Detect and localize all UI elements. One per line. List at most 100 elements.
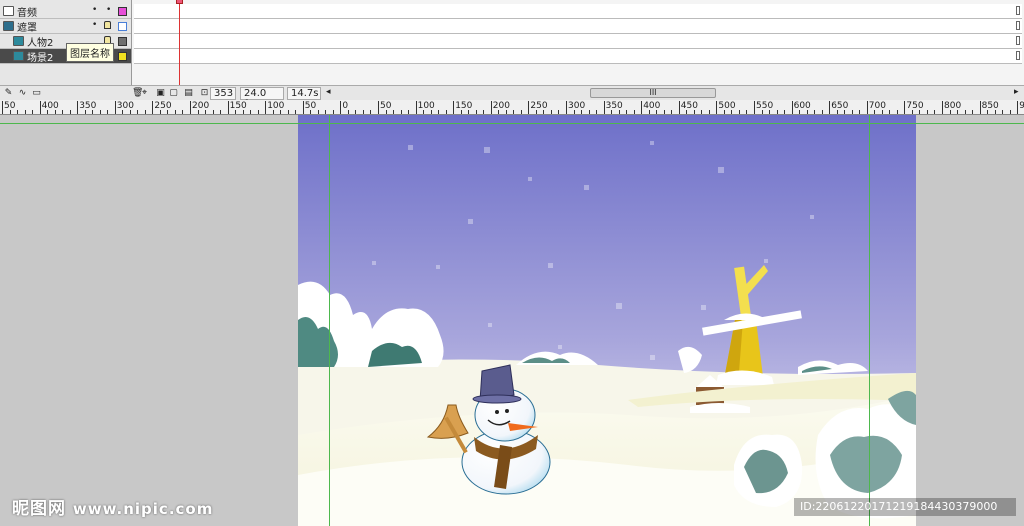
- ruler-minor-tick: [776, 110, 778, 114]
- lock-dot-icon[interactable]: •: [106, 5, 111, 15]
- ruler-major-tick: [716, 101, 718, 114]
- playhead-line[interactable]: [179, 0, 180, 85]
- ruler-minor-tick: [964, 110, 966, 114]
- ruler-minor-tick: [648, 110, 650, 114]
- ruler-minor-tick: [69, 110, 71, 114]
- ruler-label: 350: [79, 101, 97, 111]
- ruler-label: 650: [831, 101, 849, 111]
- ruler-minor-tick: [205, 110, 207, 114]
- ruler-minor-tick: [1002, 110, 1004, 114]
- edit-multiple-frames-icon[interactable]: ▤: [183, 88, 194, 98]
- lock-icon[interactable]: [104, 21, 111, 29]
- elapsed-time: 14.7s: [287, 87, 321, 100]
- frame-track[interactable]: [134, 34, 1022, 49]
- ruler-major-tick: [829, 101, 831, 114]
- ruler-major-tick: [453, 101, 455, 114]
- ruler-minor-tick: [746, 110, 748, 114]
- ruler-major-tick: [190, 101, 191, 114]
- frame-track[interactable]: [134, 49, 1022, 64]
- modify-markers-icon[interactable]: ⊡: [199, 88, 210, 98]
- layer-name: 人物2: [27, 37, 54, 49]
- ruler-minor-tick: [9, 110, 11, 114]
- ruler-minor-tick: [32, 110, 34, 114]
- new-layer-icon[interactable]: ✎: [3, 88, 14, 98]
- ruler-label: 400: [41, 101, 59, 111]
- ruler-major-tick: [265, 101, 267, 114]
- ruler-minor-tick: [242, 110, 244, 114]
- onion-outline-icon[interactable]: ▢: [168, 88, 179, 98]
- ruler-minor-tick: [626, 110, 628, 114]
- ruler-major-tick: [77, 101, 79, 114]
- center-frame-icon[interactable]: ⌖: [139, 88, 150, 98]
- ruler-minor-tick: [317, 110, 319, 114]
- ruler-minor-tick: [618, 110, 620, 114]
- ruler-minor-tick: [889, 110, 891, 114]
- visibility-dot-icon[interactable]: •: [92, 20, 97, 30]
- layer-color-swatch[interactable]: [118, 7, 127, 16]
- ruler-minor-tick: [400, 110, 402, 114]
- ruler-minor-tick: [24, 110, 26, 114]
- stage-canvas[interactable]: [298, 115, 916, 526]
- layer-row-audio[interactable]: 音频 • •: [0, 4, 131, 19]
- visibility-dot-icon[interactable]: •: [92, 5, 97, 15]
- frame-track[interactable]: [134, 19, 1022, 34]
- ruler-minor-tick: [919, 110, 921, 114]
- frame-track[interactable]: [134, 4, 1022, 19]
- ruler-minor-tick: [272, 110, 274, 114]
- ruler-minor-tick: [235, 110, 237, 114]
- ruler-major-tick: [227, 101, 229, 114]
- new-folder-icon[interactable]: ▭: [31, 88, 42, 98]
- ruler-minor-tick: [701, 110, 703, 114]
- ruler-minor-tick: [520, 110, 522, 114]
- ruler-minor-tick: [17, 110, 19, 114]
- ruler-minor-tick: [445, 110, 447, 114]
- vertical-guide[interactable]: [869, 115, 870, 526]
- ruler-minor-tick: [994, 110, 996, 114]
- masked-layer-icon: [13, 51, 24, 61]
- watermark-logo: 昵图网 www.nipic.com: [12, 494, 213, 519]
- ruler-major-tick: [1017, 101, 1019, 114]
- ruler-minor-tick: [987, 110, 989, 114]
- ruler-minor-tick: [475, 110, 477, 114]
- ruler-label: 600: [793, 101, 811, 111]
- current-frame: 353: [210, 87, 236, 100]
- ruler-minor-tick: [814, 110, 816, 114]
- layer-color-swatch[interactable]: [118, 52, 127, 61]
- ruler-label: 100: [417, 101, 435, 111]
- horizontal-guide[interactable]: [0, 123, 1024, 124]
- layer-color-swatch[interactable]: [118, 37, 127, 46]
- scroll-right-icon[interactable]: ▸: [1014, 87, 1019, 97]
- scroll-left-icon[interactable]: ◂: [326, 87, 331, 97]
- motion-guide-icon[interactable]: ∿: [17, 88, 28, 98]
- timeline-frames[interactable]: [131, 0, 1024, 85]
- ruler-minor-tick: [182, 110, 184, 114]
- ruler-minor-tick: [874, 110, 876, 114]
- ruler-minor-tick: [821, 110, 823, 114]
- ruler-minor-tick: [573, 110, 575, 114]
- ruler-major-tick: [415, 101, 417, 114]
- playhead-handle[interactable]: [176, 0, 183, 4]
- vertical-guide[interactable]: [329, 115, 330, 526]
- ruler-minor-tick: [671, 110, 673, 114]
- ruler-minor-tick: [581, 110, 583, 114]
- ruler-label: 250: [530, 101, 548, 111]
- ruler-minor-tick: [287, 110, 289, 114]
- ruler-minor-tick: [408, 110, 410, 114]
- ruler-minor-tick: [468, 110, 470, 114]
- onion-skin-icon[interactable]: ▣: [155, 88, 166, 98]
- layer-row-mask[interactable]: 遮罩 •: [0, 19, 131, 34]
- ruler-minor-tick: [723, 110, 725, 114]
- ruler-minor-tick: [769, 110, 771, 114]
- horizontal-scrollbar-thumb[interactable]: III: [590, 88, 716, 98]
- ruler-minor-tick: [310, 110, 312, 114]
- ruler-minor-tick: [611, 110, 613, 114]
- ruler-label: 100: [267, 101, 285, 111]
- ruler-minor-tick: [957, 110, 959, 114]
- ruler-minor-tick: [550, 110, 552, 114]
- ruler-label: 850: [981, 101, 999, 111]
- watermark-id: ID:22061220171219184430379000: [794, 498, 1016, 516]
- ruler-minor-tick: [663, 110, 665, 114]
- ruler-minor-tick: [220, 110, 222, 114]
- ruler-label: 750: [906, 101, 924, 111]
- layer-color-swatch[interactable]: [118, 22, 127, 31]
